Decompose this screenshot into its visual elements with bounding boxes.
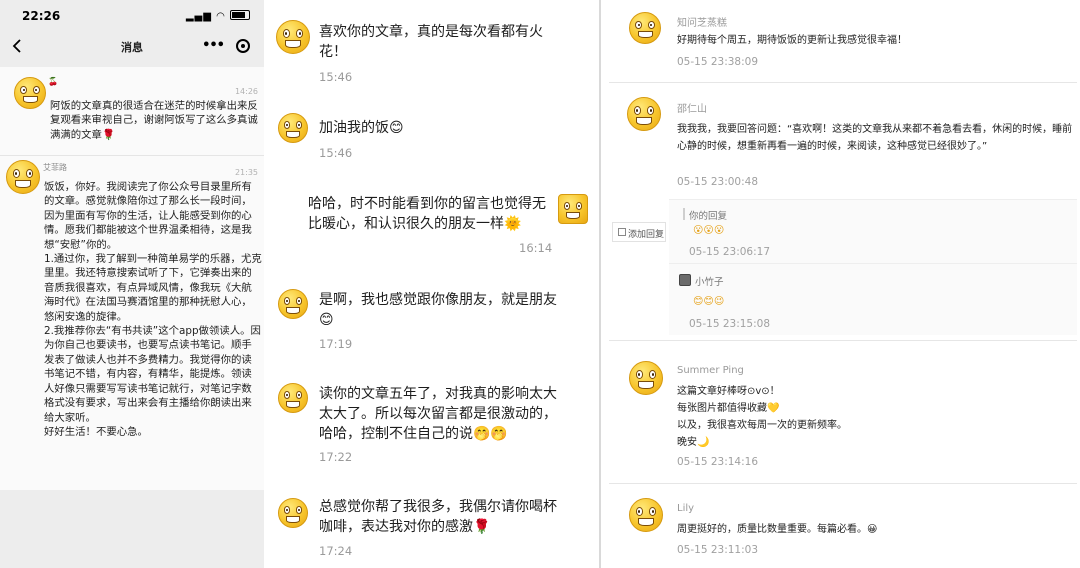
add-reply-label: 添加回复 [628, 230, 665, 240]
comment-time: 16:14 [519, 241, 553, 255]
comment-time: 15:46 [319, 146, 353, 160]
avatar [629, 498, 663, 532]
more-icon[interactable]: ••• [202, 38, 225, 53]
avatar [276, 20, 310, 54]
comment-time: 05-15 23:00:48 [677, 176, 759, 188]
comment-card: 邵仁山 我我我，我要回答问题：“喜欢啊！这类的文章我从来都不着急看去看，休闲的时… [609, 83, 1077, 341]
avatar [278, 113, 308, 143]
comment-time: 15:46 [319, 70, 353, 84]
commenter-name: 知问芝蒸糕 [677, 18, 727, 29]
comment-card: Lily 周更挺好的，质量比数量重要。每篇必看。😀 05-15 23:11:03 [609, 484, 1077, 568]
message-item[interactable]: 🍒 14:26 阿饭的文章真的很适合在迷茫的时候拿出来反复观看来审视自己，谢谢阿… [0, 67, 264, 155]
comment-time: 05-15 23:14:16 [677, 456, 759, 468]
edit-icon [618, 228, 626, 236]
comment-card: 知问芝蒸糕 好期待每个周五，期待饭饭的更新让我感觉很幸福！ 05-15 23:3… [609, 0, 1077, 83]
add-reply-button[interactable]: 添加回复 [612, 222, 666, 242]
message-time: 21:35 [234, 168, 258, 177]
reply-time: 05-15 23:06:17 [689, 246, 771, 258]
nav-bar: 消息 ••• [0, 32, 264, 62]
comment-text: 读你的文章五年了，对我真的影响太大太大了。所以每次留言都是很激动的，哈哈，控制不… [319, 386, 557, 442]
avatar [14, 77, 46, 109]
page-title: 消息 [121, 41, 143, 54]
commenter-name: Lily [677, 503, 695, 514]
comment-text: 总感觉你帮了我很多，我偶尔请你喝杯咖啡，表达我对你的感激🌹 [319, 499, 557, 535]
avatar [679, 274, 691, 286]
comment-time: 05-15 23:38:09 [677, 56, 759, 68]
comment-time: 17:22 [319, 450, 353, 464]
comment-text: 这篇文章好棒呀⊙v⊙！ 每张图片都值得收藏💛 以及，我很喜欢每周一次的更新频率。… [677, 386, 847, 448]
battery-icon [230, 10, 250, 20]
comment-text: 喜欢你的文章，真的是每次看都有火花！ [319, 24, 543, 60]
comment-text: 我我我，我要回答问题：“喜欢啊！这类的文章我从来都不着急看去看，休闲的时候，睡前… [677, 124, 1073, 152]
comment-time: 17:24 [319, 544, 353, 558]
status-icons: ▂▄▆ ◠ [186, 10, 250, 22]
reply-label: 你的回复 [689, 211, 728, 222]
sender-name: 艾菲路 [43, 163, 67, 172]
comment-text: 好期待每个周五，期待饭饭的更新让我感觉很幸福！ [677, 35, 907, 46]
comment-text: 加油我的饭😊 [319, 120, 404, 136]
avatar [278, 383, 308, 413]
message-text: 饭饭，你好。我阅读完了你公众号目录里所有的文章。感觉就像陪你过了那么长一段时间，… [44, 181, 262, 438]
avatar [6, 160, 40, 194]
reply-label: 小竹子 [695, 277, 724, 288]
reply-bar [683, 208, 685, 220]
comment-text: 哈哈，时不时能看到你的留言也觉得无比暖心，和认识很久的朋友一样🌞 [308, 196, 546, 232]
reply-time: 05-15 23:15:08 [689, 318, 771, 330]
status-time: 22:26 [22, 9, 61, 23]
reply-block: 你的回复 😮😮😮 05-15 23:06:17 [669, 199, 1077, 263]
avatar [278, 498, 308, 528]
message-item[interactable]: 艾菲路 21:35 饭饭，你好。我阅读完了你公众号目录里所有的文章。感觉就像陪你… [0, 155, 264, 490]
sender-name: 🍒 [48, 77, 58, 86]
comment-text: 是啊，我也感觉跟你像朋友，就是朋友😊 [319, 292, 557, 328]
reply-emoji: 😊😊😉 [693, 296, 725, 307]
avatar [629, 361, 663, 395]
avatar [558, 194, 588, 224]
commenter-name: 邵仁山 [677, 104, 707, 115]
avatar [278, 289, 308, 319]
reply-emoji: 😮😮😮 [693, 225, 725, 236]
message-time: 14:26 [234, 87, 258, 96]
avatar [629, 12, 661, 44]
message-screen: 22:26 ▂▄▆ ◠ 消息 ••• 🍒 14:26 阿饭的文章真的很适合在迷茫… [0, 0, 264, 568]
conversation-panel: 喜欢你的文章，真的是每次看都有火花！ 15:46 加油我的饭😊 15:46 哈哈… [264, 0, 599, 568]
comment-management-panel: 知问芝蒸糕 好期待每个周五，期待饭饭的更新让我感觉很幸福！ 05-15 23:3… [601, 0, 1080, 568]
comment-time: 17:19 [319, 337, 353, 351]
commenter-name: Summer Ping [677, 365, 744, 376]
avatar [627, 97, 661, 131]
status-bar: 22:26 ▂▄▆ ◠ [0, 0, 264, 32]
comment-card: Summer Ping 这篇文章好棒呀⊙v⊙！ 每张图片都值得收藏💛 以及，我很… [609, 341, 1077, 484]
comment-time: 05-15 23:11:03 [677, 544, 759, 556]
comment-text: 周更挺好的，质量比数量重要。每篇必看。😀 [677, 524, 878, 535]
record-icon[interactable] [236, 39, 250, 53]
message-text: 阿饭的文章真的很适合在迷茫的时候拿出来反复观看来审视自己，谢谢阿饭写了这么多真诚… [50, 100, 258, 141]
reply-block: 小竹子 😊😊😉 05-15 23:15:08 [669, 263, 1077, 335]
